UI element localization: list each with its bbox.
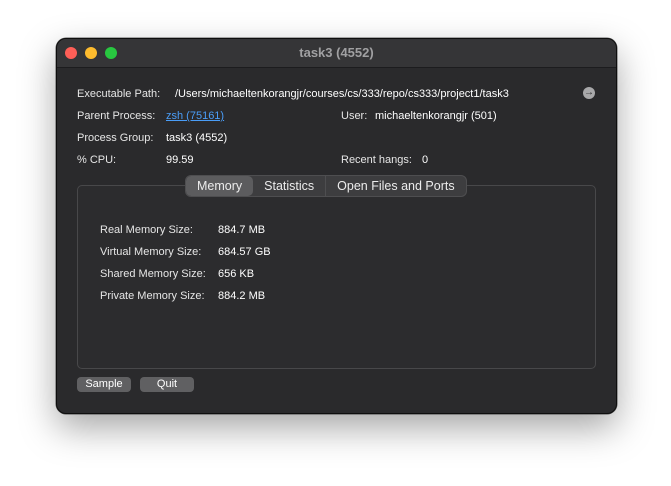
- private-memory-label: Private Memory Size:: [100, 290, 205, 302]
- virtual-memory-label: Virtual Memory Size:: [100, 246, 202, 258]
- tab-memory[interactable]: Memory: [186, 176, 254, 196]
- tab-statistics[interactable]: Statistics: [253, 176, 325, 196]
- cpu-label: % CPU:: [77, 154, 117, 166]
- window-title: task3 (4552): [299, 45, 374, 60]
- executable-path-label: Executable Path:: [77, 88, 161, 100]
- quit-button[interactable]: Quit: [140, 377, 194, 392]
- shared-memory-label: Shared Memory Size:: [100, 268, 206, 280]
- tab-content-panel: Real Memory Size: 884.7 MB Virtual Memor…: [77, 185, 596, 369]
- virtual-memory-value: 684.57 GB: [218, 246, 271, 258]
- arrow-right-circle-icon[interactable]: →: [583, 87, 595, 99]
- recent-hangs-label: Recent hangs:: [341, 154, 412, 166]
- sample-button[interactable]: Sample: [77, 377, 131, 392]
- shared-memory-value: 656 KB: [218, 268, 255, 280]
- process-info-window: task3 (4552) Executable Path: /Users/mic…: [56, 38, 617, 414]
- tab-bar: Memory Statistics Open Files and Ports: [185, 175, 467, 197]
- user-value: michaeltenkorangjr (501): [375, 110, 497, 122]
- real-memory-label: Real Memory Size:: [100, 224, 193, 236]
- real-memory-value: 884.7 MB: [218, 224, 266, 236]
- cpu-value: 99.59: [166, 154, 194, 166]
- executable-path-value: /Users/michaeltenkorangjr/courses/cs/333…: [175, 88, 509, 100]
- title-bar[interactable]: task3 (4552): [57, 39, 616, 68]
- parent-process-label: Parent Process:: [77, 110, 156, 122]
- tab-open-files-and-ports[interactable]: Open Files and Ports: [325, 176, 465, 196]
- process-group-label: Process Group:: [77, 132, 154, 144]
- parent-process-link[interactable]: zsh (75161): [166, 110, 224, 122]
- process-group-value: task3 (4552): [166, 132, 228, 144]
- recent-hangs-value: 0: [422, 154, 429, 166]
- private-memory-value: 884.2 MB: [218, 290, 266, 302]
- user-label: User:: [341, 110, 368, 122]
